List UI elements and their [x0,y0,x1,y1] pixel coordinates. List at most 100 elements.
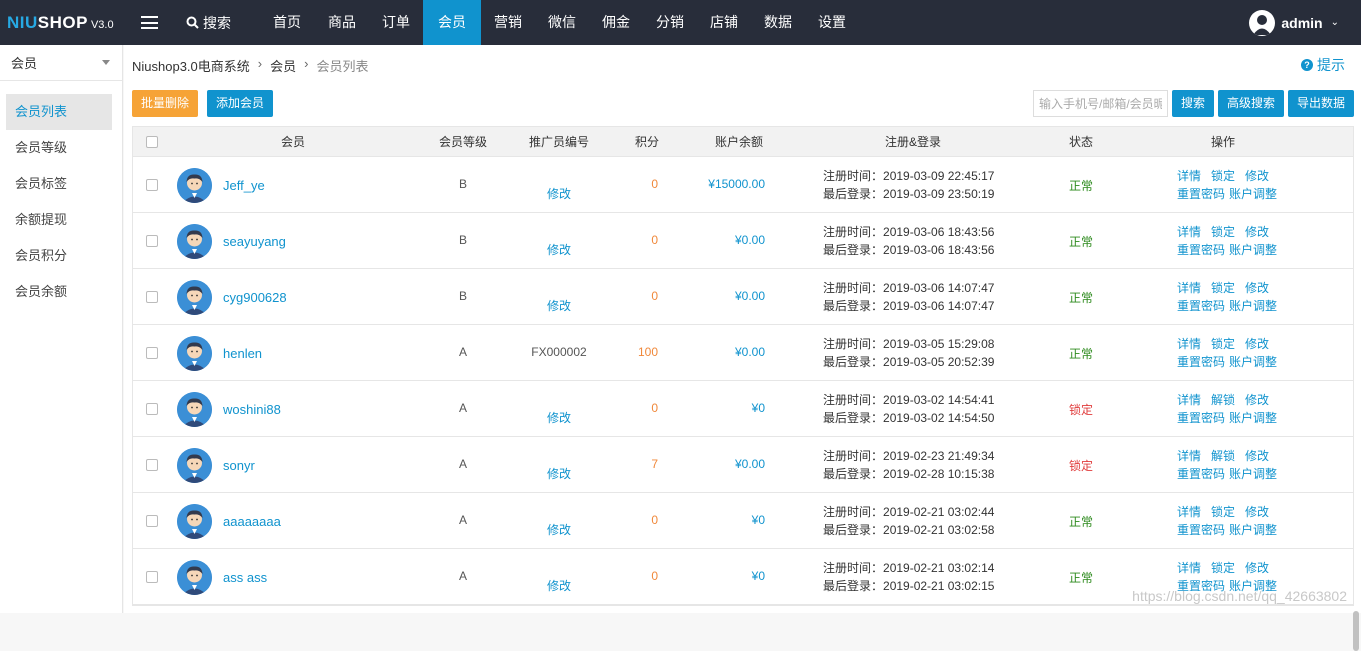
sidebar-item[interactable]: 会员余额 [6,274,112,310]
add-member-button[interactable]: 添加会员 [207,90,273,117]
export-data-button[interactable]: 导出数据 [1288,90,1354,117]
member-avatar [177,280,212,315]
lock-link[interactable]: 锁定 [1211,561,1235,575]
reset-password-link[interactable]: 重置密码 [1177,355,1225,369]
detail-link[interactable]: 详情 [1177,505,1201,519]
nav-item[interactable]: 会员 [423,0,481,45]
account-adjust-link[interactable]: 账户调整 [1229,355,1277,369]
hint-button[interactable]: ? 提示 [1301,55,1345,75]
member-name-link[interactable]: ass ass [223,570,267,585]
edit-link[interactable]: 修改 [1245,337,1269,351]
reset-password-link[interactable]: 重置密码 [1177,411,1225,425]
sidebar-header-dropdown[interactable]: 会员 [0,45,122,81]
edit-link[interactable]: 修改 [1245,449,1269,463]
row-checkbox[interactable] [146,515,158,527]
nav-item[interactable]: 订单 [369,0,423,45]
lock-link[interactable]: 锁定 [1211,337,1235,351]
breadcrumb-member[interactable]: 会员 [270,56,296,75]
reset-password-link[interactable]: 重置密码 [1177,187,1225,201]
reset-password-link[interactable]: 重置密码 [1177,467,1225,481]
row-checkbox[interactable] [146,403,158,415]
search-button[interactable]: 搜索 [1172,90,1214,117]
row-checkbox[interactable] [146,291,158,303]
nav-item[interactable]: 首页 [258,0,315,45]
logo[interactable]: NIU SHOP V3.0 [0,13,128,33]
account-balance: ¥0 [751,569,765,583]
reset-password-link[interactable]: 重置密码 [1177,523,1225,537]
lock-link[interactable]: 锁定 [1211,225,1235,239]
account-adjust-link[interactable]: 账户调整 [1229,467,1277,481]
edit-referrer-link[interactable]: 修改 [519,409,599,426]
account-adjust-link[interactable]: 账户调整 [1229,187,1277,201]
edit-link[interactable]: 修改 [1245,169,1269,183]
top-search-button[interactable]: 搜索 [186,13,231,33]
account-adjust-link[interactable]: 账户调整 [1229,243,1277,257]
search-input[interactable] [1033,90,1168,117]
edit-link[interactable]: 修改 [1245,561,1269,575]
account-adjust-link[interactable]: 账户调整 [1229,523,1277,537]
row-checkbox[interactable] [146,459,158,471]
member-points: 0 [651,289,658,303]
edit-link[interactable]: 修改 [1245,393,1269,407]
last-login-time: 最后登录：2019-03-09 23:50:19 [823,185,994,203]
breadcrumb-home[interactable]: Niushop3.0电商系统 [132,56,250,75]
edit-referrer-link[interactable]: 修改 [519,577,599,594]
row-checkbox[interactable] [146,347,158,359]
member-name-link[interactable]: cyg900628 [223,290,287,305]
edit-link[interactable]: 修改 [1245,225,1269,239]
nav-item[interactable]: 数据 [751,0,805,45]
nav-item[interactable]: 店铺 [697,0,751,45]
lock-link[interactable]: 锁定 [1211,505,1235,519]
edit-referrer-link[interactable]: 修改 [519,241,599,258]
detail-link[interactable]: 详情 [1177,225,1201,239]
nav-item[interactable]: 营销 [481,0,535,45]
edit-link[interactable]: 修改 [1245,505,1269,519]
member-name-link[interactable]: sonyr [223,458,255,473]
nav-item[interactable]: 分销 [643,0,697,45]
member-name-link[interactable]: seayuyang [223,234,286,249]
edit-referrer-link[interactable]: 修改 [519,521,599,538]
unlock-link[interactable]: 解锁 [1211,393,1235,407]
member-name-link[interactable]: woshini88 [223,402,281,417]
edit-link[interactable]: 修改 [1245,281,1269,295]
lock-link[interactable]: 锁定 [1211,281,1235,295]
row-checkbox[interactable] [146,235,158,247]
detail-link[interactable]: 详情 [1177,449,1201,463]
sidebar-item[interactable]: 会员积分 [6,238,112,274]
edit-referrer-link[interactable]: 修改 [519,185,599,202]
reset-password-link[interactable]: 重置密码 [1177,299,1225,313]
nav-item[interactable]: 微信 [535,0,589,45]
nav-item[interactable]: 设置 [805,0,859,45]
detail-link[interactable]: 详情 [1177,393,1201,407]
sidebar-item[interactable]: 余额提现 [6,202,112,238]
account-adjust-link[interactable]: 账户调整 [1229,411,1277,425]
edit-referrer-link[interactable]: 修改 [519,297,599,314]
edit-referrer-link[interactable]: 修改 [519,465,599,482]
member-name-link[interactable]: henlen [223,346,262,361]
unlock-link[interactable]: 解锁 [1211,449,1235,463]
account-adjust-link[interactable]: 账户调整 [1229,299,1277,313]
sidebar-item[interactable]: 会员列表 [6,94,112,130]
row-checkbox[interactable] [146,571,158,583]
batch-delete-button[interactable]: 批量删除 [132,90,198,117]
detail-link[interactable]: 详情 [1177,281,1201,295]
select-all-checkbox[interactable] [146,136,158,148]
detail-link[interactable]: 详情 [1177,169,1201,183]
row-actions: 详情 解锁 修改重置密码 账户调整 [1177,447,1281,483]
member-name-link[interactable]: Jeff_ye [223,178,265,193]
advanced-search-button[interactable]: 高级搜索 [1218,90,1284,117]
row-actions: 详情 锁定 修改重置密码 账户调整 [1177,335,1281,371]
lock-link[interactable]: 锁定 [1211,169,1235,183]
nav-item[interactable]: 佣金 [589,0,643,45]
user-menu[interactable]: admin ⌄ [1249,0,1339,45]
detail-link[interactable]: 详情 [1177,337,1201,351]
scrollbar-thumb[interactable] [1353,611,1359,651]
member-name-link[interactable]: aaaaaaaa [223,514,281,529]
reset-password-link[interactable]: 重置密码 [1177,243,1225,257]
sidebar-item[interactable]: 会员等级 [6,130,112,166]
menu-toggle-icon[interactable] [141,16,158,29]
sidebar-item[interactable]: 会员标签 [6,166,112,202]
nav-item[interactable]: 商品 [315,0,369,45]
row-checkbox[interactable] [146,179,158,191]
detail-link[interactable]: 详情 [1177,561,1201,575]
